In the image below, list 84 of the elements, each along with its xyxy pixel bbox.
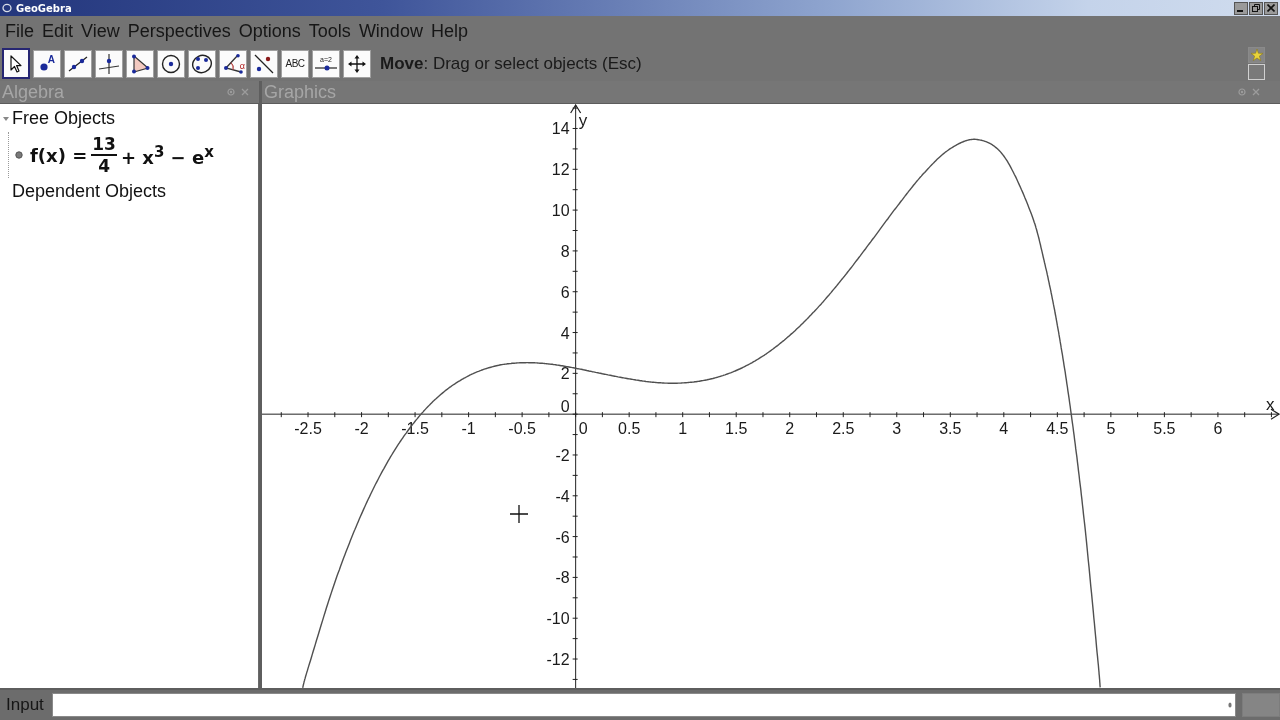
close-icon — [1267, 4, 1275, 12]
ellipse-logo-icon — [2, 3, 12, 13]
tick-label: 4 — [560, 324, 570, 342]
slider-icon — [315, 65, 337, 71]
tick-label: 2 — [785, 420, 795, 438]
tick-label: -8 — [555, 569, 570, 587]
tick-label: 12 — [551, 161, 570, 179]
tick-label: -6 — [555, 528, 570, 546]
tick-label: 2 — [560, 365, 570, 383]
tick-label: 10 — [551, 202, 570, 220]
four-way-arrows-icon — [348, 54, 366, 73]
tick-label: 0 — [560, 398, 570, 416]
tick-label: 5.5 — [1153, 420, 1176, 438]
input-label: Input — [6, 695, 44, 715]
menu-item[interactable]: Options — [234, 20, 305, 42]
restore-icon — [1252, 4, 1260, 12]
circle-icon — [161, 53, 181, 74]
menu-item[interactable]: View — [77, 20, 124, 42]
perpendicular-lines-icon — [98, 52, 120, 75]
minimize-button[interactable] — [1234, 1, 1248, 15]
angle-icon — [223, 53, 243, 74]
triangle-icon — [130, 53, 150, 74]
tick-label: 5 — [1106, 420, 1116, 438]
tick-label: 6 — [1213, 420, 1223, 438]
tick-label: 0.5 — [618, 420, 641, 438]
tool-button[interactable] — [343, 49, 371, 78]
menu-item[interactable]: File — [1, 20, 38, 42]
window-title: GeoGebra — [16, 2, 72, 14]
toolbar-toggle-button[interactable] — [1248, 64, 1265, 80]
menu-item[interactable]: Window — [354, 20, 427, 42]
visibility-dot-icon[interactable] — [15, 151, 23, 159]
tick-label: -2 — [354, 420, 369, 438]
tool-button[interactable] — [157, 49, 185, 78]
menu-item[interactable]: Tools — [304, 20, 355, 42]
tick-label: 2.5 — [832, 420, 855, 438]
tick-label: 8 — [560, 242, 570, 260]
line-and-points-icon — [254, 53, 274, 74]
menu-item[interactable]: Perspectives — [123, 20, 235, 42]
tool-help-text: Move: Drag or select objects (Esc) — [380, 53, 642, 74]
tool-button[interactable] — [126, 49, 154, 78]
tick-label: -2 — [555, 446, 570, 464]
tick-label: 1.5 — [725, 420, 748, 438]
maximize-button[interactable] — [1249, 1, 1263, 15]
tool-button[interactable]: α — [219, 49, 247, 78]
dot-icon[interactable] — [1228, 702, 1232, 708]
tool-button[interactable] — [188, 49, 216, 78]
menu-item[interactable]: Help — [426, 20, 472, 42]
tool-button[interactable]: A — [33, 49, 61, 78]
tick-label: -2.5 — [294, 420, 322, 438]
tick-label: 3 — [892, 420, 902, 438]
tree-group-label[interactable]: Dependent Objects — [12, 181, 167, 202]
tick-label: -4 — [555, 487, 570, 505]
axis-label: x — [1266, 395, 1275, 415]
axis-label: y — [578, 111, 588, 130]
input-options-button[interactable] — [1242, 693, 1280, 717]
tool-button[interactable]: ABC — [281, 49, 309, 78]
star-icon — [1250, 49, 1263, 61]
tick-label: 0 — [578, 420, 588, 438]
tick-label: 4 — [999, 420, 1009, 438]
cursor-arrow-icon — [10, 54, 22, 73]
tick-label: 1 — [678, 420, 688, 438]
tool-button[interactable] — [250, 49, 278, 78]
collapse-triangle-icon[interactable] — [3, 115, 9, 122]
point-icon — [40, 62, 48, 71]
crosshair-cursor-icon — [509, 504, 529, 524]
ellipse-icon — [191, 53, 213, 74]
tick-label: 6 — [560, 283, 570, 301]
tick-label: 3.5 — [939, 420, 962, 438]
tool-button[interactable] — [64, 49, 92, 78]
tool-button[interactable] — [95, 49, 123, 78]
tick-label: -10 — [546, 610, 570, 628]
tick-label: -0.5 — [508, 420, 536, 438]
tree-group-label[interactable]: Free Objects — [12, 108, 116, 129]
menu-item[interactable]: Edit — [38, 20, 78, 42]
tick-label: 4.5 — [1046, 420, 1069, 438]
tool-button[interactable] — [2, 48, 30, 79]
close-button[interactable] — [1264, 1, 1278, 15]
line-icon — [68, 55, 88, 72]
input-field[interactable] — [51, 693, 1236, 717]
tick-label: -1 — [461, 420, 476, 438]
dot-icon[interactable] — [1238, 88, 1246, 96]
tick-label: 14 — [551, 120, 570, 138]
dot-icon[interactable] — [227, 88, 235, 96]
tick-label: -12 — [546, 651, 570, 668]
